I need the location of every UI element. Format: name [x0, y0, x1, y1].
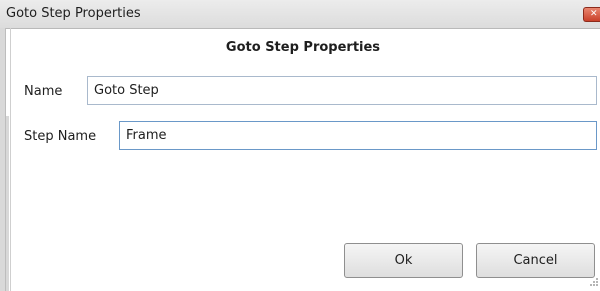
close-button[interactable]: ✕	[583, 7, 600, 22]
name-input[interactable]	[87, 76, 597, 105]
step-name-input[interactable]	[119, 121, 597, 150]
ok-button[interactable]: Ok	[344, 243, 463, 278]
resize-grip-icon[interactable]	[587, 277, 599, 289]
cancel-button[interactable]: Cancel	[476, 243, 595, 278]
dialog-window: Goto Step Properties ✕ Goto Step Propert…	[0, 0, 600, 291]
name-label: Name	[24, 84, 63, 99]
step-name-label: Step Name	[24, 129, 97, 144]
window-frame-shadow	[6, 116, 9, 291]
close-icon: ✕	[590, 9, 598, 19]
window-title: Goto Step Properties	[6, 6, 141, 21]
dialog-header: Goto Step Properties	[225, 40, 381, 55]
title-bar[interactable]: Goto Step Properties ✕	[0, 0, 600, 29]
